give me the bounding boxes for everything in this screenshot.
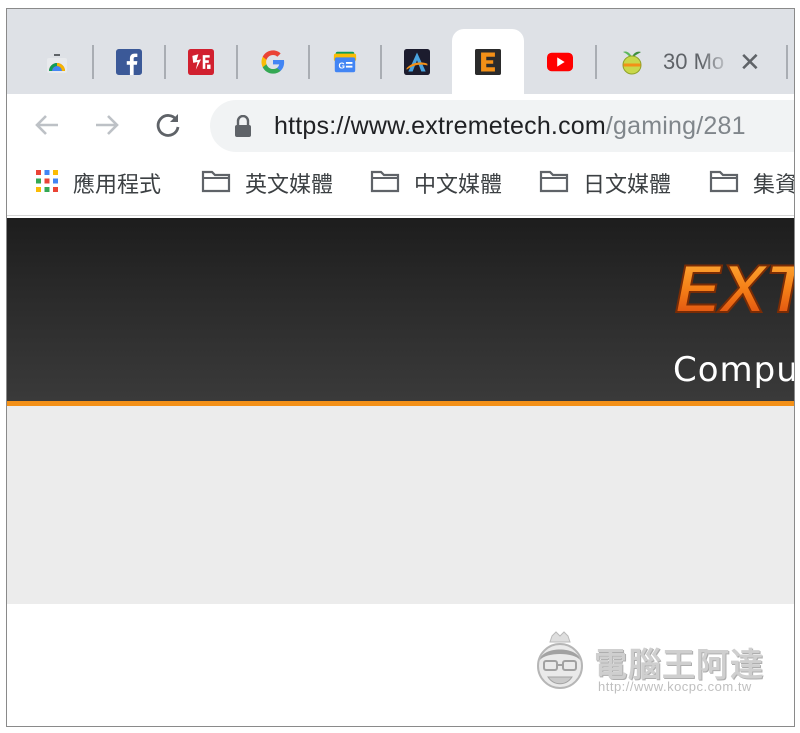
- forward-arrow-icon[interactable]: [92, 110, 122, 140]
- tab-fruit-site[interactable]: 30 Mo ✕: [597, 29, 788, 94]
- youtube-icon: [547, 49, 573, 75]
- bookmarks-bar: 應用程式 英文媒體 中文媒體 日文媒體 集資: [7, 156, 794, 216]
- site-tagline: Compu: [673, 350, 795, 390]
- tab-google[interactable]: [237, 29, 310, 94]
- toolbar: https://www.extremetech.com/gaming/281: [7, 94, 794, 156]
- reload-icon[interactable]: [153, 110, 183, 140]
- folder-icon: [539, 169, 569, 198]
- address-bar[interactable]: https://www.extremetech.com/gaming/281: [210, 100, 794, 152]
- folder-icon: [370, 169, 400, 198]
- browser-window: G 30 Mo ✕ https://www.extremetech.com/ga…: [6, 8, 795, 727]
- bookmark-folder-japanese-media[interactable]: 日文媒體: [539, 168, 671, 198]
- google-news-icon: G: [332, 49, 358, 75]
- bookmark-label: 應用程式: [73, 172, 162, 197]
- extremetech-icon: [475, 48, 501, 75]
- folder-icon: [709, 169, 739, 198]
- watermark: 電腦王阿達 http://www.kocpc.com.tw: [530, 630, 780, 705]
- url-text: https://www.extremetech.com/gaming/281: [274, 112, 746, 141]
- a-logo-icon: [404, 48, 430, 75]
- tab-youtube[interactable]: [524, 29, 597, 94]
- bookmark-folder-crowdfunding[interactable]: 集資: [709, 168, 795, 198]
- bookmark-folder-chinese-media[interactable]: 中文媒體: [370, 168, 502, 198]
- folder-icon: [201, 169, 231, 198]
- watermark-url: http://www.kocpc.com.tw: [598, 679, 752, 694]
- red-site-icon: [188, 48, 214, 75]
- apps-grid-icon: [35, 169, 59, 198]
- tab-facebook[interactable]: [93, 29, 166, 94]
- content-banner-area: [7, 406, 794, 604]
- tab-title: 30 Mo: [663, 48, 725, 74]
- url-host: https://www.extremetech.com: [274, 112, 606, 140]
- tab-extremetech[interactable]: [452, 29, 524, 94]
- logo-text: EXT: [675, 251, 795, 327]
- svg-text:G: G: [339, 60, 346, 70]
- tab-google-news[interactable]: G: [309, 29, 382, 94]
- back-arrow-icon[interactable]: [32, 110, 62, 140]
- url-path: /gaming/281: [605, 112, 746, 140]
- site-header: EXT Compu: [7, 218, 794, 401]
- tab-chrome-webstore[interactable]: [21, 29, 94, 94]
- extremetech-logo[interactable]: EXT: [673, 248, 795, 333]
- lock-icon[interactable]: [234, 114, 252, 142]
- bookmark-apps[interactable]: 應用程式: [35, 168, 161, 198]
- facebook-icon: [116, 48, 142, 75]
- tab-red-site[interactable]: [165, 29, 238, 94]
- bookmark-label: 日文媒體: [583, 172, 672, 197]
- mascot-face-icon: [537, 631, 583, 689]
- bookmark-label: 集資: [753, 172, 795, 197]
- bookmark-label: 英文媒體: [245, 172, 334, 197]
- tab-a-logo[interactable]: [381, 29, 453, 94]
- google-icon: [260, 49, 286, 75]
- close-tab-icon[interactable]: ✕: [739, 49, 761, 75]
- bookmark-folder-english-media[interactable]: 英文媒體: [201, 168, 333, 198]
- bookmark-label: 中文媒體: [414, 172, 503, 197]
- fruit-icon: [619, 49, 645, 75]
- chrome-webstore-icon: [44, 49, 70, 75]
- tab-strip: G 30 Mo ✕: [7, 9, 794, 94]
